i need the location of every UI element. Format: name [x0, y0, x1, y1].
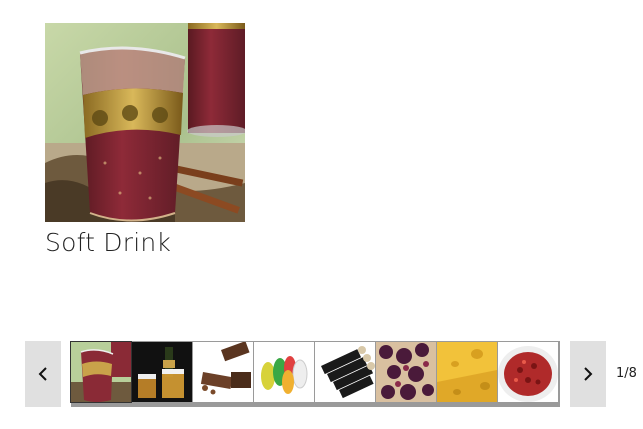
thumbnail-wine-bottles[interactable] [315, 342, 375, 402]
page-counter: 1/8 [616, 366, 637, 381]
previous-button[interactable] [25, 341, 61, 407]
chevron-left-icon [38, 367, 47, 381]
thumbnail-berry-pastry[interactable] [376, 342, 436, 402]
next-button[interactable] [570, 341, 606, 407]
thumbnail-strip [70, 341, 560, 407]
main-image-tea-glass [45, 23, 245, 222]
thumbnail-chocolate[interactable] [193, 342, 253, 402]
thumbnail-cheese[interactable] [437, 342, 497, 402]
thumbnail-berry-dessert[interactable] [498, 342, 558, 402]
thumbnail-beer[interactable] [132, 342, 192, 402]
chevron-right-icon [584, 367, 593, 381]
thumbnail-tea-glass[interactable] [70, 341, 132, 403]
image-caption: Soft Drink [45, 228, 172, 257]
gallery-viewer: Soft Drink 1/8 [0, 0, 643, 429]
thumbnail-gummy-bears[interactable] [254, 342, 314, 402]
